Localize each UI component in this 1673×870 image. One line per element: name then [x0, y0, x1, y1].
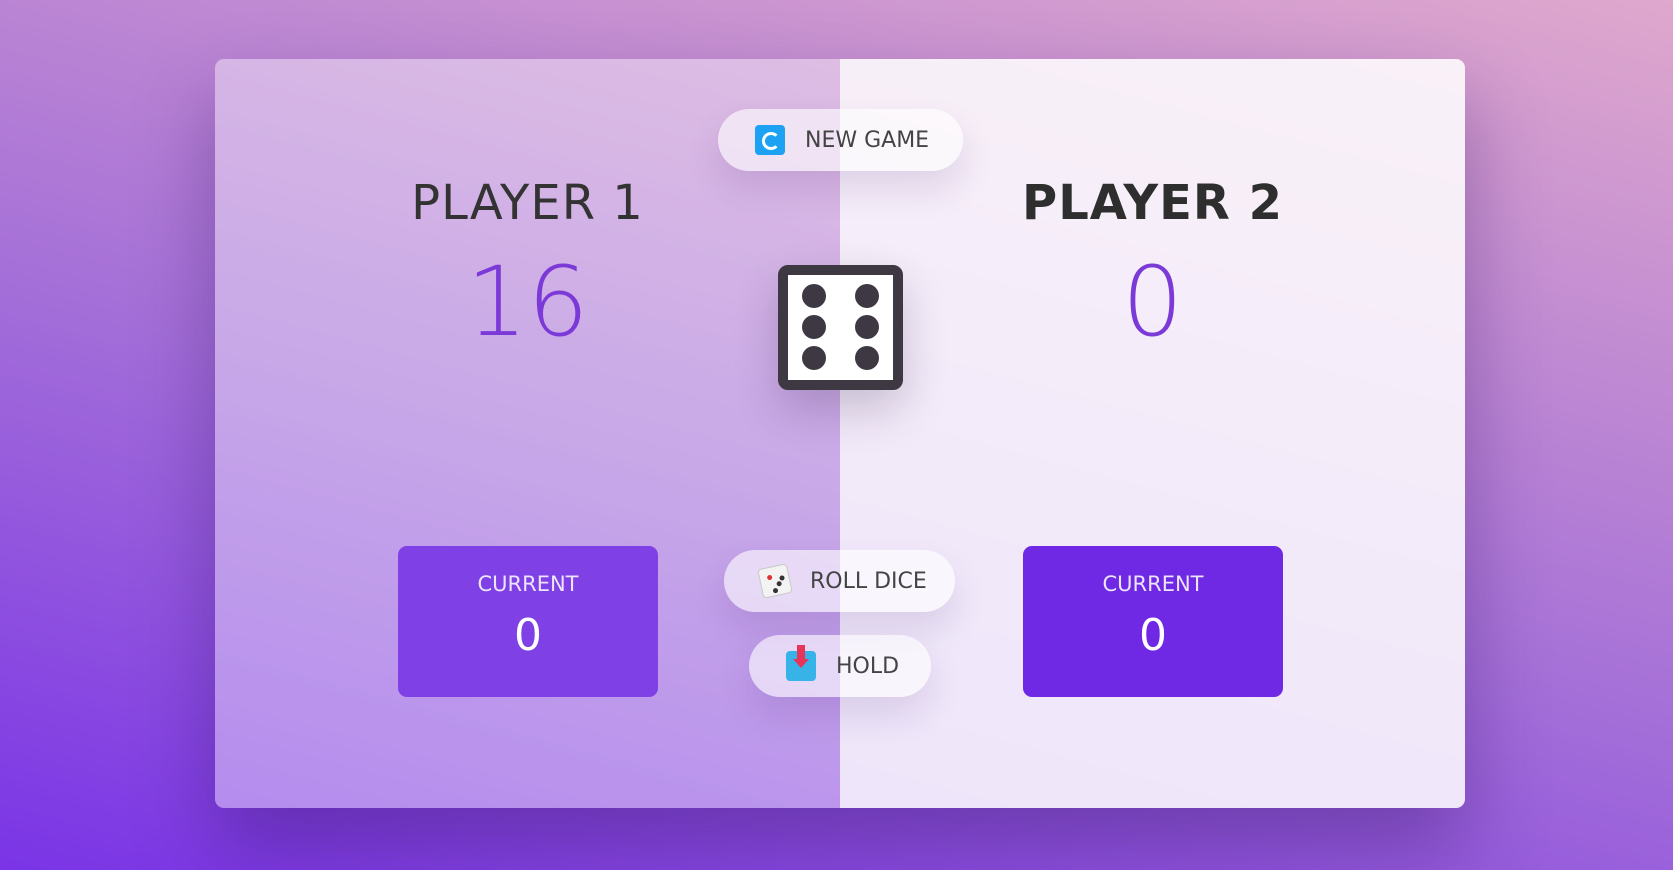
dice-pip	[802, 315, 826, 339]
player-2-score: 0	[1121, 246, 1184, 358]
player-1-panel: PLAYER 1 16 CURRENT 0	[215, 59, 840, 808]
hold-button[interactable]: HOLD	[749, 635, 931, 697]
player-2-current-box: CURRENT 0	[1023, 546, 1283, 697]
player-2-current-score: 0	[1139, 610, 1167, 661]
refresh-icon	[755, 125, 785, 155]
dice-pip	[855, 346, 879, 370]
dice-pip	[802, 284, 826, 308]
player-1-current-box: CURRENT 0	[398, 546, 658, 697]
roll-dice-button[interactable]: ROLL DICE	[724, 550, 955, 612]
player-1-current-label: CURRENT	[477, 572, 579, 596]
hold-label: HOLD	[836, 653, 900, 679]
player-1-name: PLAYER 1	[411, 175, 644, 231]
dice-pip	[802, 346, 826, 370]
player-2-name: PLAYER 2	[1022, 175, 1283, 231]
roll-dice-label: ROLL DICE	[810, 568, 927, 594]
inbox-tray-icon	[786, 645, 816, 681]
player-1-current-score: 0	[514, 610, 542, 661]
dice-pip	[855, 284, 879, 308]
dice	[778, 265, 903, 390]
dice-pip	[855, 315, 879, 339]
game-die-icon	[757, 563, 793, 599]
player-2-panel: PLAYER 2 0 CURRENT 0	[840, 59, 1465, 808]
new-game-label: NEW GAME	[805, 127, 930, 153]
player-2-current-label: CURRENT	[1102, 572, 1204, 596]
player-1-score: 16	[466, 246, 589, 358]
new-game-button[interactable]: NEW GAME	[718, 109, 963, 171]
